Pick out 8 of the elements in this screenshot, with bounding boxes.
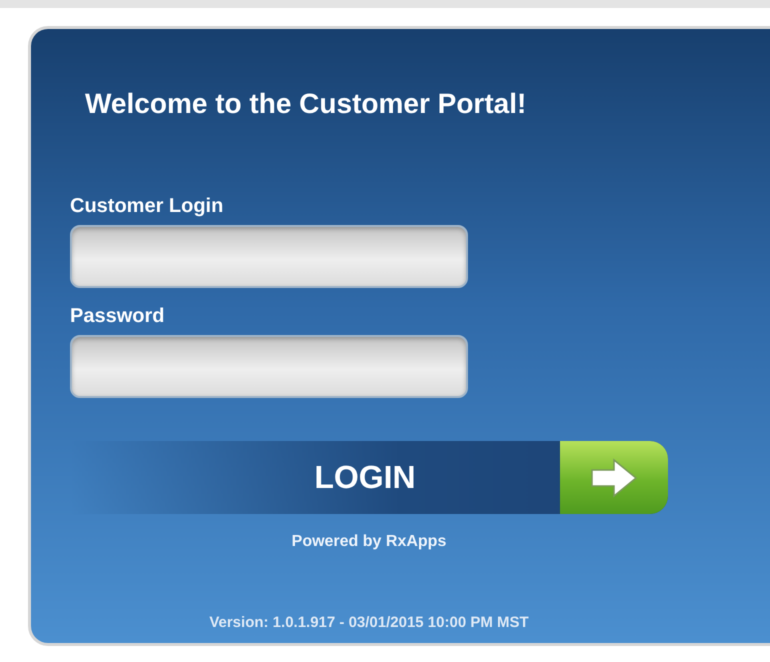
field-label: Password [70,304,164,328]
version-text: Version: 1.0.1.917 - 03/01/2015 10:00 PM MST [209,613,529,633]
input-field[interactable] [70,335,468,398]
welcome-title: Welcome to the Customer Portal! [85,87,526,121]
powered-by-text: Powered by RxApps [292,532,446,552]
input-field[interactable] [70,225,468,288]
field-label: Customer Login [70,194,224,218]
arrow-icon [590,458,638,498]
